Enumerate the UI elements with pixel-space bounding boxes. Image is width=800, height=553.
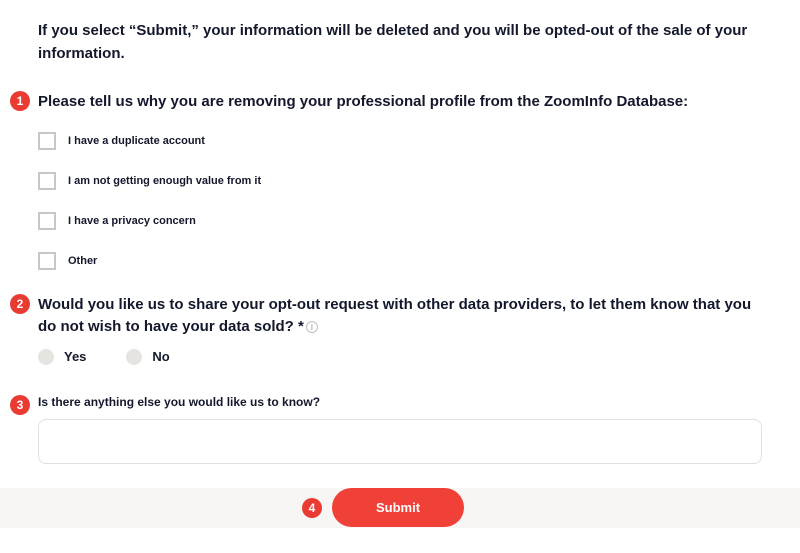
question-2-title: Would you like us to share your opt-out … (38, 294, 762, 339)
step-badge-1: 1 (10, 91, 30, 111)
question-3: 3 Is there anything else you would like … (38, 395, 762, 464)
intro-text: If you select “Submit,” your information… (38, 20, 762, 65)
question-1-title: Please tell us why you are removing your… (38, 91, 762, 114)
question-2: 2 Would you like us to share your opt-ou… (38, 294, 762, 365)
info-icon[interactable]: i (306, 321, 318, 333)
checkbox-label: I have a privacy concern (68, 215, 196, 227)
footer: 4 Submit (0, 488, 800, 528)
checkbox-privacy[interactable] (38, 212, 56, 230)
question-2-text: Would you like us to share your opt-out … (38, 296, 751, 336)
step-badge-2: 2 (10, 294, 30, 314)
question-3-title: Is there anything else you would like us… (38, 395, 762, 409)
question-1: 1 Please tell us why you are removing yo… (38, 91, 762, 114)
step-badge-3: 3 (10, 395, 30, 415)
checkbox-value[interactable] (38, 172, 56, 190)
submit-button[interactable]: Submit (332, 488, 464, 527)
radio-label-yes: Yes (64, 349, 86, 364)
step-badge-4: 4 (302, 498, 322, 518)
checkbox-other[interactable] (38, 252, 56, 270)
checkbox-label: Other (68, 255, 97, 267)
radio-no[interactable] (126, 349, 142, 365)
comment-input[interactable] (38, 419, 762, 464)
checkbox-duplicate[interactable] (38, 132, 56, 150)
checkbox-group-reasons: I have a duplicate account I am not gett… (38, 132, 762, 270)
checkbox-label: I am not getting enough value from it (68, 175, 261, 187)
radio-label-no: No (152, 349, 169, 364)
radio-yes[interactable] (38, 349, 54, 365)
checkbox-label: I have a duplicate account (68, 135, 205, 147)
